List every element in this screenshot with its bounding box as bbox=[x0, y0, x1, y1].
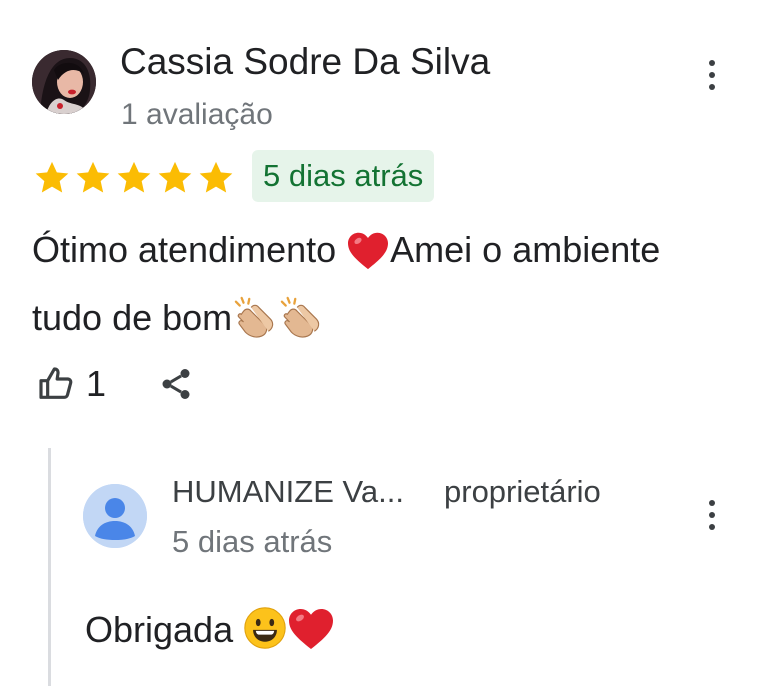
default-person-avatar-icon[interactable] bbox=[83, 484, 147, 548]
reply-date: 5 dias atrás bbox=[172, 524, 333, 559]
heart-emoji bbox=[287, 606, 335, 668]
owner-role-label: proprietário bbox=[444, 474, 601, 509]
share-icon[interactable] bbox=[158, 366, 194, 402]
star-icon bbox=[158, 161, 192, 193]
owner-name[interactable]: HUMANIZE Va... bbox=[172, 472, 404, 512]
heart-emoji bbox=[346, 228, 390, 288]
review-text: Ótimo atendimento Amei o ambiente tudo d… bbox=[32, 220, 712, 356]
star-icon bbox=[76, 161, 110, 193]
grinning-face-emoji bbox=[243, 606, 287, 668]
clapping-hands-emoji bbox=[232, 296, 278, 356]
reviewer-name[interactable]: Cassia Sodre Da Silva bbox=[120, 40, 490, 84]
star-icon bbox=[199, 161, 233, 193]
reviewer-avatar[interactable] bbox=[32, 50, 96, 114]
reply-more-options-icon[interactable] bbox=[697, 495, 727, 535]
reply-text-content: Obrigada bbox=[85, 609, 244, 650]
thumbs-up-icon[interactable] bbox=[36, 364, 76, 404]
like-count: 1 bbox=[86, 363, 107, 404]
clapping-hands-emoji bbox=[278, 296, 324, 356]
review-text-part1: Ótimo atendimento bbox=[32, 229, 347, 270]
review-date-badge: 5 dias atrás bbox=[252, 150, 435, 202]
reviewer-review-count: 1 avaliação bbox=[121, 98, 273, 131]
star-icon bbox=[35, 161, 69, 193]
star-rating bbox=[32, 158, 236, 198]
reply-text: Obrigada bbox=[85, 600, 335, 668]
review-more-options-icon[interactable] bbox=[697, 55, 727, 95]
reply-indent-border bbox=[48, 448, 51, 686]
star-icon bbox=[117, 161, 151, 193]
review-card: Cassia Sodre Da Silva 1 avaliação 5 dias… bbox=[0, 0, 768, 686]
